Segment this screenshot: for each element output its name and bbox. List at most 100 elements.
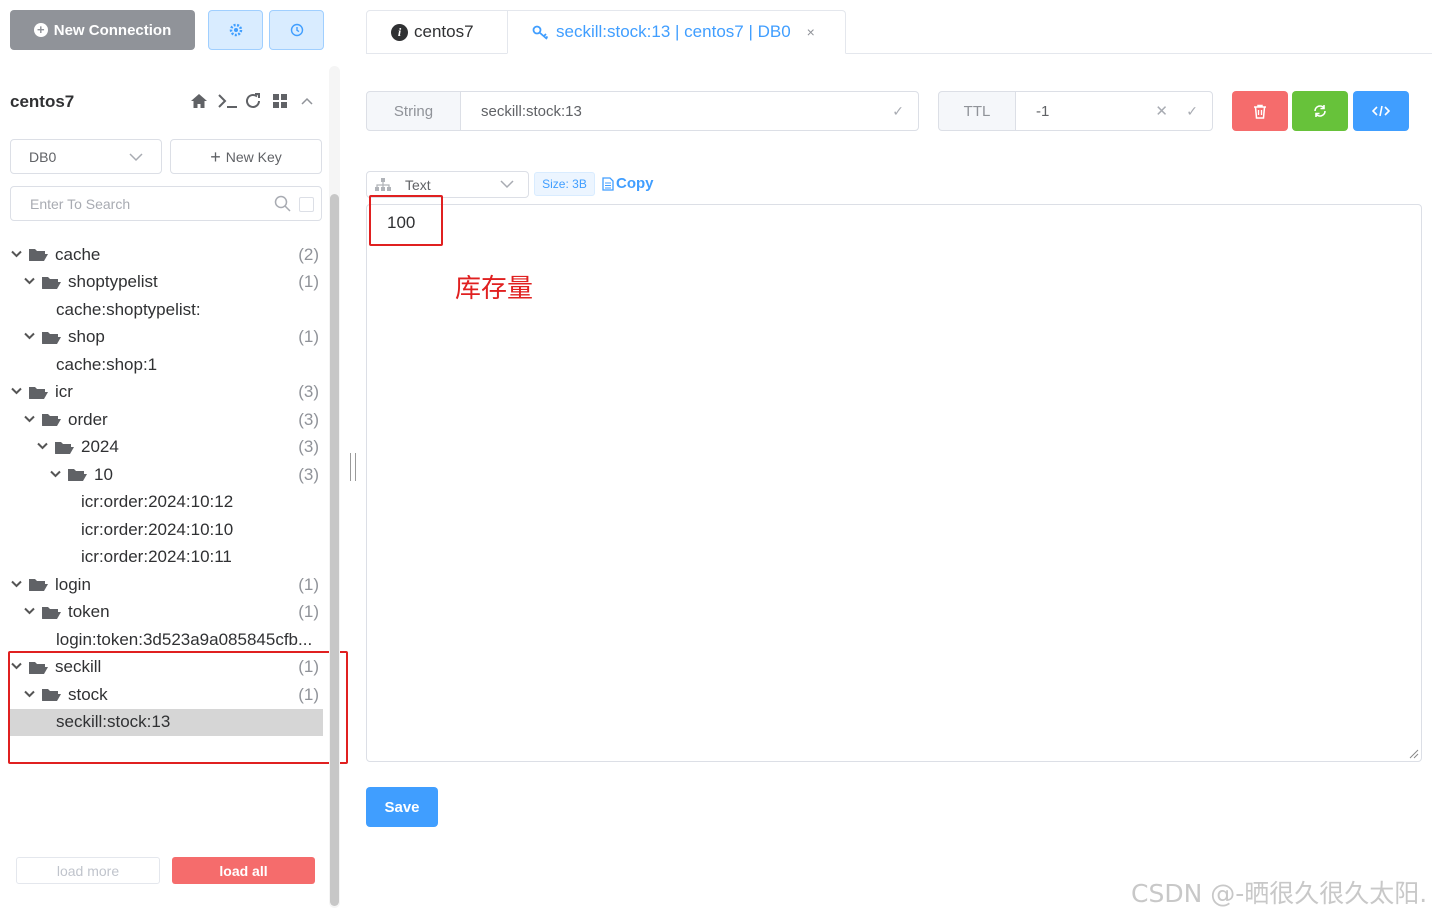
resize-grip-icon[interactable] [1408,748,1419,759]
tree-item-label: cache:shoptypelist: [56,299,201,319]
ttl-label: TTL [938,91,1016,131]
folder-open-icon [67,467,88,482]
tree-folder-item[interactable]: token (1) [10,599,323,627]
load-more-button[interactable]: load more [16,857,160,884]
clear-icon[interactable]: ✕ [1155,102,1168,120]
settings-button[interactable] [208,10,263,50]
tree-item-label: cache [55,244,101,264]
tree-item-count: (3) [298,382,319,402]
tree-folder-item[interactable]: login (1) [10,571,323,599]
chevron-down-icon[interactable] [49,469,61,481]
app-window: + New Connection centos7 DB0 + New Key E… [0,0,1446,916]
format-select[interactable]: Text [366,171,529,198]
folder-open-icon [28,577,49,592]
code-icon [1372,105,1390,117]
chevron-up-icon[interactable] [298,94,316,113]
resize-handle[interactable] [350,453,356,481]
grid-icon[interactable] [271,93,289,114]
new-connection-button[interactable]: + New Connection [10,10,195,50]
delete-button[interactable] [1232,91,1288,131]
tree-folder-item[interactable]: shop (1) [10,324,323,352]
save-button[interactable]: Save [366,787,438,827]
tree-key-item[interactable]: cache:shop:1 [10,351,323,379]
folder-open-icon [41,605,62,620]
confirm-icon[interactable]: ✓ [892,103,904,120]
tab-key[interactable]: seckill:stock:13 | centos7 | DB0 × [507,10,846,54]
tab-bar: i centos7 seckill:stock:13 | centos7 | D… [366,10,1432,54]
ttl-input[interactable]: -1 ✕ ✓ [1015,91,1213,131]
confirm-icon[interactable]: ✓ [1186,103,1198,120]
chevron-down-icon[interactable] [10,579,22,591]
tree-folder-item[interactable]: cache (2) [10,241,323,269]
chevron-down-icon[interactable] [10,249,22,261]
folder-open-icon [54,440,75,455]
connection-name: centos7 [10,92,75,111]
tree-key-item[interactable]: login:token:3d523a9a085845cfb... [10,626,323,654]
tree-folder-item[interactable]: shoptypelist (1) [10,269,323,297]
folder-open-icon [28,385,49,400]
tree-item-label: 2024 [81,437,119,457]
search-box [10,186,322,221]
tree-item-label: shop [68,327,105,347]
db-select[interactable]: DB0 [10,139,162,174]
tree-item-label: 10 [94,464,113,484]
tree-folder-item[interactable]: order (3) [10,406,323,434]
search-input[interactable] [30,195,260,212]
chevron-down-icon[interactable] [23,331,35,343]
tree-folder-item[interactable]: 2024 (3) [10,434,323,462]
highlight-box-tree [8,651,348,764]
tree-folder-item[interactable]: 10 (3) [10,461,323,489]
tree-key-item[interactable]: icr:order:2024:10:12 [10,489,323,517]
chevron-down-icon[interactable] [10,386,22,398]
new-connection-label: New Connection [53,21,172,39]
plus-icon: + [210,146,221,167]
close-icon[interactable]: × [807,24,815,40]
terminal-icon[interactable] [217,93,237,114]
tree-item-label: order [68,409,108,429]
load-all-button[interactable]: load all [172,857,315,884]
trash-icon [1254,104,1266,119]
home-icon[interactable] [190,93,208,114]
annotation-text: 库存量 [455,274,534,304]
size-tag: Size: 3B [534,172,595,196]
chevron-down-icon[interactable] [23,276,35,288]
highlight-box-value [369,195,443,246]
key-name-value: seckill:stock:13 [481,102,582,120]
connection-toolbar [190,92,316,115]
folder-open-icon [41,275,62,290]
folder-open-icon [41,412,62,427]
tree-key-item[interactable]: icr:order:2024:10:11 [10,544,323,572]
format-selected: Text [405,176,431,193]
chevron-down-icon[interactable] [23,414,35,426]
tree-item-count: (1) [298,574,319,594]
scrollbar-thumb[interactable] [330,194,339,906]
tree-item-count: (2) [298,244,319,264]
tree-item-label: token [68,602,110,622]
search-icon[interactable] [274,195,291,212]
refresh-button[interactable] [1292,91,1348,131]
sidebar-scrollbar[interactable] [329,66,340,908]
history-button[interactable] [269,10,324,50]
chevron-down-icon [500,180,514,189]
chevron-down-icon[interactable] [36,441,48,453]
copy-label: Copy [616,175,654,192]
tree-item-count: (3) [298,464,319,484]
tree-item-count: (3) [298,437,319,457]
sidebar: + New Connection centos7 DB0 + New Key E… [0,0,348,916]
copy-button[interactable]: Copy [602,175,654,192]
new-key-button[interactable]: + New Key [170,139,322,174]
tree-key-item[interactable]: cache:shoptypelist: [10,296,323,324]
tree-item-count: (1) [298,272,319,292]
key-name-input[interactable]: seckill:stock:13 ✓ [460,91,919,131]
tree-item-label: login:token:3d523a9a085845cfb... [56,629,313,649]
exact-search-checkbox[interactable] [299,197,314,212]
tab-connection[interactable]: i centos7 [366,10,508,54]
plus-icon: + [33,23,48,37]
chevron-down-icon[interactable] [23,606,35,618]
refresh-icon[interactable] [244,92,262,115]
document-icon [602,176,614,191]
code-button[interactable] [1353,91,1409,131]
tree-folder-item[interactable]: icr (3) [10,379,323,407]
tree-key-item[interactable]: icr:order:2024:10:10 [10,516,323,544]
key-type-label: String [366,91,461,131]
